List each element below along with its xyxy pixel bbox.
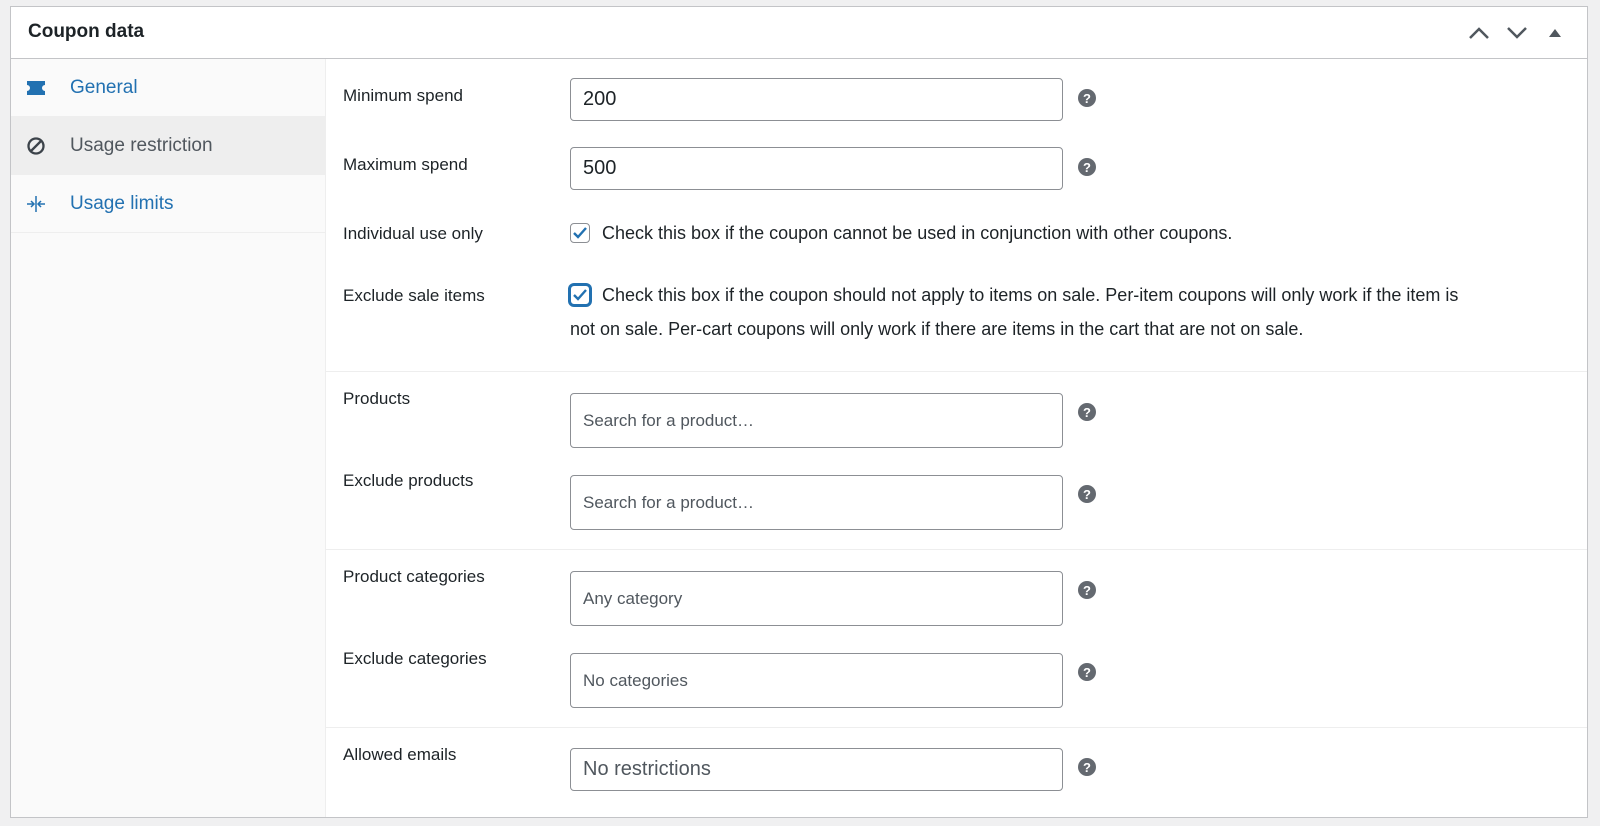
usage-restriction-content: Minimum spend ? Maximum spend ? Individu… <box>326 59 1587 817</box>
checkmark-icon <box>573 227 587 239</box>
tab-usage-restriction-label: Usage restriction <box>70 134 213 156</box>
coupon-tabs: General Usage restriction Usage limits <box>11 59 326 817</box>
products-search-input[interactable] <box>570 393 1063 448</box>
checkmark-icon <box>573 289 587 301</box>
chevron-up-icon <box>1469 27 1489 39</box>
exclude-sale-description-line2: not on sale. Per-cart coupons will only … <box>570 319 1304 339</box>
chevron-down-icon <box>1507 27 1527 39</box>
individual-use-description: Check this box if the coupon cannot be u… <box>602 223 1233 243</box>
maximum-spend-help-icon[interactable]: ? <box>1078 158 1096 176</box>
maximum-spend-input[interactable] <box>570 147 1063 190</box>
panel-header-controls <box>1465 19 1569 47</box>
move-up-button[interactable] <box>1465 19 1493 47</box>
maximum-spend-label: Maximum spend <box>343 155 468 174</box>
coupon-data-panel: Coupon data General Usage restriction Us… <box>10 6 1588 818</box>
tab-general[interactable]: General <box>11 59 325 117</box>
toggle-panel-button[interactable] <box>1541 19 1569 47</box>
exclude-categories-help-icon[interactable]: ? <box>1078 663 1096 681</box>
divider <box>326 727 1587 728</box>
product-categories-help-icon[interactable]: ? <box>1078 581 1096 599</box>
exclude-sale-description-line1: Check this box if the coupon should not … <box>602 285 1459 305</box>
individual-use-checkbox[interactable] <box>570 223 590 243</box>
exclude-sale-label: Exclude sale items <box>343 286 485 305</box>
exclude-categories-label: Exclude categories <box>343 649 487 668</box>
panel-title: Coupon data <box>28 21 145 42</box>
products-help-icon[interactable]: ? <box>1078 403 1096 421</box>
minimum-spend-label: Minimum spend <box>343 86 463 105</box>
individual-use-label: Individual use only <box>343 224 483 243</box>
allowed-emails-label: Allowed emails <box>343 745 457 764</box>
tab-usage-restriction[interactable]: Usage restriction <box>11 117 325 175</box>
tab-usage-limits-label: Usage limits <box>70 192 174 214</box>
tab-general-label: General <box>70 76 138 98</box>
exclude-categories-select[interactable] <box>570 653 1063 708</box>
exclude-products-label: Exclude products <box>343 471 474 490</box>
allowed-emails-help-icon[interactable]: ? <box>1078 758 1096 776</box>
product-categories-label: Product categories <box>343 567 485 586</box>
minimum-spend-help-icon[interactable]: ? <box>1078 89 1096 107</box>
triangle-up-icon <box>1549 29 1561 37</box>
move-down-button[interactable] <box>1503 19 1531 47</box>
ticket-icon <box>25 77 47 99</box>
panel-header: Coupon data <box>11 7 1587 59</box>
product-categories-select[interactable] <box>570 571 1063 626</box>
exclude-sale-checkbox[interactable] <box>570 285 590 305</box>
exclude-products-search-input[interactable] <box>570 475 1063 530</box>
exclude-products-help-icon[interactable]: ? <box>1078 485 1096 503</box>
divider <box>326 371 1587 372</box>
divider <box>326 549 1587 550</box>
tab-usage-limits[interactable]: Usage limits <box>11 175 325 233</box>
allowed-emails-input[interactable] <box>570 748 1063 791</box>
products-label: Products <box>343 389 411 408</box>
limits-icon <box>25 193 47 215</box>
minimum-spend-input[interactable] <box>570 78 1063 121</box>
block-icon <box>25 135 47 157</box>
